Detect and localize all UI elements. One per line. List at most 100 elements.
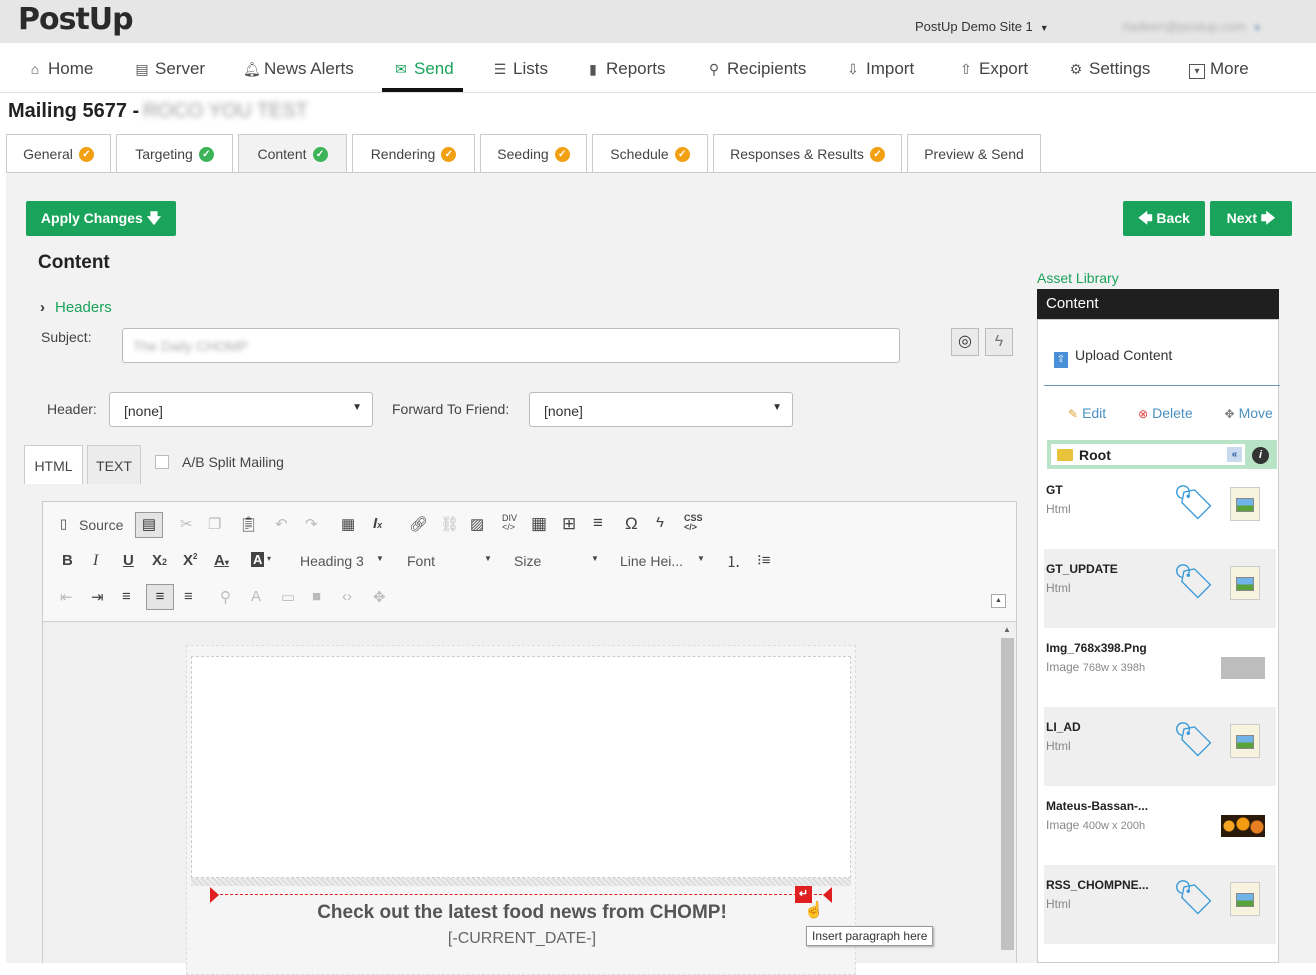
text-color-icon[interactable]: A▾ <box>214 552 229 569</box>
checkbox[interactable] <box>155 455 169 469</box>
nav-send[interactable]: ✉ Send <box>393 59 454 79</box>
image-file-icon[interactable] <box>1230 882 1260 916</box>
site-selector[interactable]: PostUp Demo Site 1 ▼ <box>915 19 1049 34</box>
asset-item[interactable]: Img_768x398.Png Image 768w x 398h <box>1044 628 1276 707</box>
table-cell-icon[interactable]: ⊞ <box>562 514 576 534</box>
bullet-list-icon[interactable]: ⁝≡ <box>757 551 771 569</box>
edit-button[interactable]: ✎ Edit <box>1068 405 1120 421</box>
delete-button[interactable]: ⊗ Delete <box>1138 405 1207 421</box>
div-icon[interactable]: DIV </> <box>502 514 517 532</box>
document-icon[interactable]: ▤ <box>135 512 163 538</box>
asset-item[interactable]: GT_UPDATE Html 🏷︎ <box>1044 549 1276 628</box>
line-height-select[interactable]: Line Hei... <box>620 553 683 569</box>
indent-icon[interactable]: ⇥ <box>91 588 104 606</box>
email-headline[interactable]: Check out the latest food news from CHOM… <box>187 902 857 924</box>
tab-html[interactable]: HTML <box>24 445 83 484</box>
nav-reports[interactable]: ▮ Reports <box>585 59 665 79</box>
asset-item[interactable]: RSS_CHOMPNE... Html 🏷︎ <box>1044 865 1276 944</box>
lightning-icon[interactable]: ϟ <box>656 514 664 531</box>
subscript-icon[interactable]: X2 <box>152 552 167 569</box>
find-icon[interactable]: ⚲ <box>220 588 231 606</box>
css-icon[interactable]: CSS </> <box>684 514 703 532</box>
ab-split-checkbox[interactable]: A/B Split Mailing <box>155 454 284 470</box>
tab-responses-results[interactable]: Responses & Results ✓ <box>713 134 902 172</box>
align-right-icon[interactable]: ≡ <box>184 588 193 605</box>
tag-icon[interactable]: 🏷︎ <box>1172 721 1215 759</box>
source-icon[interactable]: ▯ <box>60 516 67 532</box>
target-icon[interactable]: ◎ <box>951 328 979 356</box>
tag-icon[interactable]: 🏷︎ <box>1172 563 1215 601</box>
nav-lists[interactable]: ☰ Lists <box>492 59 548 79</box>
horizontal-rule-icon[interactable]: ≡ <box>593 513 603 533</box>
headers-toggle[interactable]: › Headers <box>40 299 112 316</box>
tab-rendering[interactable]: Rendering ✓ <box>352 134 475 172</box>
numbered-list-icon[interactable]: ⒈ <box>726 551 741 572</box>
chevron-down-icon[interactable]: ▼ <box>484 554 492 563</box>
next-button[interactable]: Next 🡆 <box>1210 201 1292 236</box>
image-file-icon[interactable] <box>1230 724 1260 758</box>
editor-canvas[interactable]: ↵ Check out the latest food news from CH… <box>43 622 1016 975</box>
tag-icon[interactable]: 🏷︎ <box>1172 879 1215 917</box>
tab-seeding[interactable]: Seeding ✓ <box>480 134 587 172</box>
unlink-icon[interactable]: ⛓ <box>440 515 459 533</box>
image-icon[interactable]: ▨ <box>470 515 484 533</box>
current-date-token[interactable]: [-CURRENT_DATE-] <box>187 930 857 948</box>
size-select[interactable]: Size <box>514 553 541 569</box>
chevron-down-icon[interactable]: ▾ <box>267 554 271 563</box>
align-center-icon[interactable]: ≡ <box>146 584 174 610</box>
heading-select[interactable]: Heading 3 <box>300 553 364 569</box>
empty-block[interactable] <box>191 656 851 878</box>
tab-targeting[interactable]: Targeting ✓ <box>116 134 233 172</box>
editor-scrollbar[interactable]: ▲ <box>1000 622 1016 963</box>
tag-icon[interactable]: 🏷︎ <box>1172 484 1215 522</box>
back-button[interactable]: 🡄 Back <box>1123 201 1205 236</box>
special-char-icon[interactable]: Ω <box>625 514 638 534</box>
comment-icon[interactable]: ▭ <box>281 588 295 606</box>
postup-logo[interactable]: PostUp <box>18 2 134 37</box>
redo-icon[interactable]: ↷ <box>305 515 318 533</box>
upload-content-button[interactable]: ⇧ Upload Content <box>1054 347 1172 368</box>
align-left-icon[interactable]: ≡ <box>122 588 131 605</box>
template-icon[interactable]: ▦ <box>341 515 355 533</box>
info-icon[interactable]: i <box>1252 447 1269 464</box>
collapse-icon[interactable]: « <box>1227 447 1242 462</box>
nav-more[interactable]: ▾ More <box>1189 59 1249 79</box>
asset-item[interactable]: GT Html 🏷︎ <box>1044 470 1276 549</box>
nav-server[interactable]: ▤ Server <box>134 59 205 79</box>
chevron-down-icon[interactable]: ▼ <box>697 554 705 563</box>
copy-icon[interactable]: ❐ <box>208 515 221 533</box>
nav-home[interactable]: ⌂ Home <box>27 59 94 79</box>
tab-preview-send[interactable]: Preview & Send <box>907 134 1041 172</box>
nav-settings[interactable]: ⚙ Settings <box>1068 59 1151 79</box>
root-folder[interactable]: Root « <box>1051 444 1245 465</box>
font-select[interactable]: Font <box>407 553 435 569</box>
italic-icon[interactable]: I <box>93 552 98 570</box>
format-icon[interactable]: A <box>251 588 261 605</box>
collapse-toolbar-icon[interactable]: ▲ <box>991 594 1006 608</box>
lightning-icon[interactable]: ϟ <box>985 328 1013 356</box>
nav-news-alerts[interactable]: 🔔︎ News Alerts <box>243 59 354 79</box>
undo-icon[interactable]: ↶ <box>275 515 288 533</box>
image-file-icon[interactable] <box>1230 566 1260 600</box>
apply-changes-button[interactable]: Apply Changes 🡇 <box>26 201 176 236</box>
forward-to-friend-select[interactable]: [none] ▼ <box>529 392 793 427</box>
header-select[interactable]: [none] ▼ <box>109 392 373 427</box>
scroll-up-icon[interactable]: ▲ <box>1003 625 1011 634</box>
nav-import[interactable]: ⇩ Import <box>845 59 914 79</box>
scroll-thumb[interactable] <box>1001 638 1014 950</box>
tab-schedule[interactable]: Schedule ✓ <box>592 134 708 172</box>
code-icon[interactable]: ‹› <box>342 588 352 605</box>
image-thumbnail[interactable] <box>1221 815 1265 837</box>
outdent-icon[interactable]: ⇤ <box>60 588 73 606</box>
remove-format-icon[interactable]: Ix <box>373 515 382 532</box>
nav-recipients[interactable]: ⚲ Recipients <box>706 59 807 79</box>
underline-icon[interactable]: U <box>123 552 134 569</box>
nav-export[interactable]: ⇧ Export <box>958 59 1028 79</box>
tab-content[interactable]: Content ✓ <box>238 134 347 172</box>
link-icon[interactable]: 🔗︎ <box>409 515 428 533</box>
paste-icon[interactable]: 📋︎ <box>239 515 258 533</box>
user-menu[interactable]: rladeen@postup.com ▼ <box>1122 19 1262 34</box>
asset-item[interactable]: LI_AD Html 🏷︎ <box>1044 707 1276 786</box>
move-button[interactable]: ✥ Move <box>1225 405 1287 421</box>
asset-item[interactable]: Mateus-Bassan-... Image 400w x 200h <box>1044 786 1276 865</box>
